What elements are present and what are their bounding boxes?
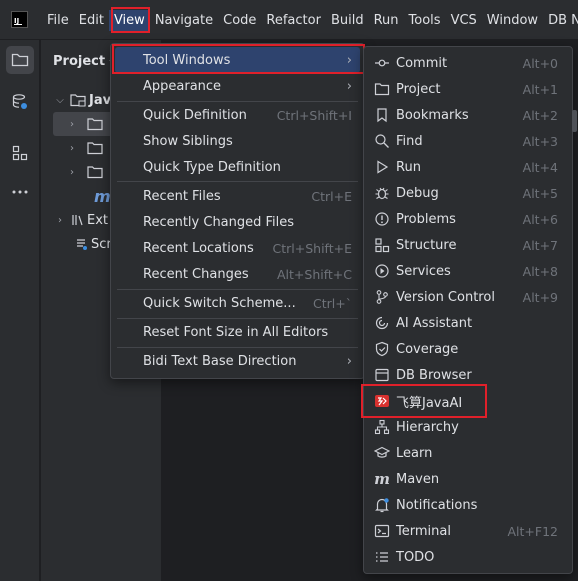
module-folder-icon xyxy=(70,94,86,107)
maven-icon: m xyxy=(94,186,111,206)
hierarchy-icon xyxy=(374,419,390,435)
chevron-right-icon: › xyxy=(346,353,352,369)
tool-window-item-learn[interactable]: Learn xyxy=(368,440,568,466)
more-icon xyxy=(12,190,28,194)
view-menu-dropdown: Tool Windows › Appearance › Quick Defini… xyxy=(110,43,365,379)
learn-icon xyxy=(374,445,390,461)
commit-icon xyxy=(374,55,390,71)
tool-window-item-version-control[interactable]: Version Control Alt+9 xyxy=(368,284,568,310)
folder-icon xyxy=(11,53,29,67)
menu-code[interactable]: Code xyxy=(218,10,261,31)
debug-icon xyxy=(374,185,390,201)
menu-refactor[interactable]: Refactor xyxy=(261,10,326,31)
expand-arrow-icon[interactable]: ⌵ xyxy=(53,95,67,106)
feisuan-javaai-highlight-box xyxy=(361,384,487,418)
menu-edit[interactable]: Edit xyxy=(74,10,109,31)
folder-icon xyxy=(87,142,103,155)
menu-build[interactable]: Build xyxy=(326,10,369,31)
view-menu-item-recently-changed-files[interactable]: Recently Changed Files xyxy=(115,209,360,235)
tool-window-item-run[interactable]: Run Alt+4 xyxy=(368,154,568,180)
menu-navigate[interactable]: Navigate xyxy=(150,10,218,31)
database-icon xyxy=(12,94,27,109)
terminal-icon xyxy=(374,523,390,539)
view-menu-item-recent-files[interactable]: Recent Files Ctrl+E xyxy=(115,183,360,209)
view-menu-item-recent-locations[interactable]: Recent Locations Ctrl+Shift+E xyxy=(115,235,360,261)
structure-icon xyxy=(12,145,28,161)
view-menu-highlight-box xyxy=(111,7,150,33)
structure-tool-button[interactable] xyxy=(6,139,34,167)
menu-vcs[interactable]: VCS xyxy=(446,10,482,31)
maven-icon: m xyxy=(374,470,390,488)
tool-window-item-bookmarks[interactable]: Bookmarks Alt+2 xyxy=(368,102,568,128)
services-icon xyxy=(374,263,390,279)
db-browser-icon xyxy=(374,367,390,383)
tool-window-item-maven[interactable]: m Maven xyxy=(368,466,568,492)
view-menu-item-appearance[interactable]: Appearance › xyxy=(115,73,360,99)
main-menu-bar: IJ File Edit View Navigate Code Refactor… xyxy=(0,0,578,40)
tool-window-item-problems[interactable]: Problems Alt+6 xyxy=(368,206,568,232)
tool-window-item-notifications[interactable]: Notifications xyxy=(368,492,568,518)
project-tool-button[interactable] xyxy=(6,46,34,74)
tool-window-item-find[interactable]: Find Alt+3 xyxy=(368,128,568,154)
tool-window-item-project[interactable]: Project Alt+1 xyxy=(368,76,568,102)
library-icon xyxy=(72,215,83,226)
view-menu-item-bidi-text-direction[interactable]: Bidi Text Base Direction › xyxy=(115,348,360,374)
bookmark-icon xyxy=(374,107,390,123)
folder-icon xyxy=(87,118,103,131)
tool-window-item-todo[interactable]: TODO xyxy=(368,544,568,570)
view-menu-item-quick-definition[interactable]: Quick Definition Ctrl+Shift+I xyxy=(115,102,360,128)
tool-window-item-terminal[interactable]: Terminal Alt+F12 xyxy=(368,518,568,544)
tool-window-item-services[interactable]: Services Alt+8 xyxy=(368,258,568,284)
tool-window-item-ai-assistant[interactable]: AI Assistant xyxy=(368,310,568,336)
chevron-right-icon[interactable]: › xyxy=(65,119,79,130)
menu-separator xyxy=(117,181,358,182)
more-tools-button[interactable] xyxy=(6,178,34,206)
folder-icon xyxy=(87,166,103,179)
view-menu-item-reset-font-size[interactable]: Reset Font Size in All Editors xyxy=(115,319,360,345)
version-control-icon xyxy=(374,289,390,305)
view-menu-item-recent-changes[interactable]: Recent Changes Alt+Shift+C xyxy=(115,261,360,287)
ai-assistant-icon xyxy=(374,315,390,331)
structure-icon xyxy=(374,237,390,253)
problems-icon xyxy=(374,211,390,227)
tool-window-item-structure[interactable]: Structure Alt+7 xyxy=(368,232,568,258)
menu-tools[interactable]: Tools xyxy=(404,10,446,31)
tool-window-item-commit[interactable]: Commit Alt+0 xyxy=(368,50,568,76)
tool-window-strip xyxy=(0,40,40,581)
chevron-right-icon[interactable]: › xyxy=(65,167,79,178)
notifications-icon xyxy=(374,497,390,513)
chevron-right-icon: › xyxy=(346,78,352,94)
view-menu-item-show-siblings[interactable]: Show Siblings xyxy=(115,128,360,154)
chevron-right-icon[interactable]: › xyxy=(65,143,79,154)
menu-run[interactable]: Run xyxy=(369,10,404,31)
tool-window-item-debug[interactable]: Debug Alt+5 xyxy=(368,180,568,206)
todo-icon xyxy=(374,549,390,565)
menu-file[interactable]: File xyxy=(42,10,74,31)
tool-windows-highlight-box xyxy=(112,44,365,74)
chevron-right-icon[interactable]: › xyxy=(53,215,67,226)
run-icon xyxy=(374,159,390,175)
tool-windows-submenu: Commit Alt+0 Project Alt+1 Bookmarks Alt… xyxy=(363,46,573,574)
app-logo-icon[interactable]: IJ xyxy=(11,11,28,28)
menu-window[interactable]: Window xyxy=(482,10,543,31)
folder-icon xyxy=(374,81,390,97)
search-icon xyxy=(374,133,390,149)
tool-window-item-coverage[interactable]: Coverage xyxy=(368,336,568,362)
database-tool-button[interactable] xyxy=(6,88,34,116)
scratches-icon xyxy=(77,239,87,250)
view-menu-item-quick-type-definition[interactable]: Quick Type Definition xyxy=(115,154,360,180)
coverage-icon xyxy=(374,341,390,357)
view-menu-item-quick-switch-scheme[interactable]: Quick Switch Scheme... Ctrl+` xyxy=(115,290,360,316)
menu-db-navigator[interactable]: DB Na xyxy=(543,10,578,31)
editor-scrollbar[interactable] xyxy=(572,110,577,132)
